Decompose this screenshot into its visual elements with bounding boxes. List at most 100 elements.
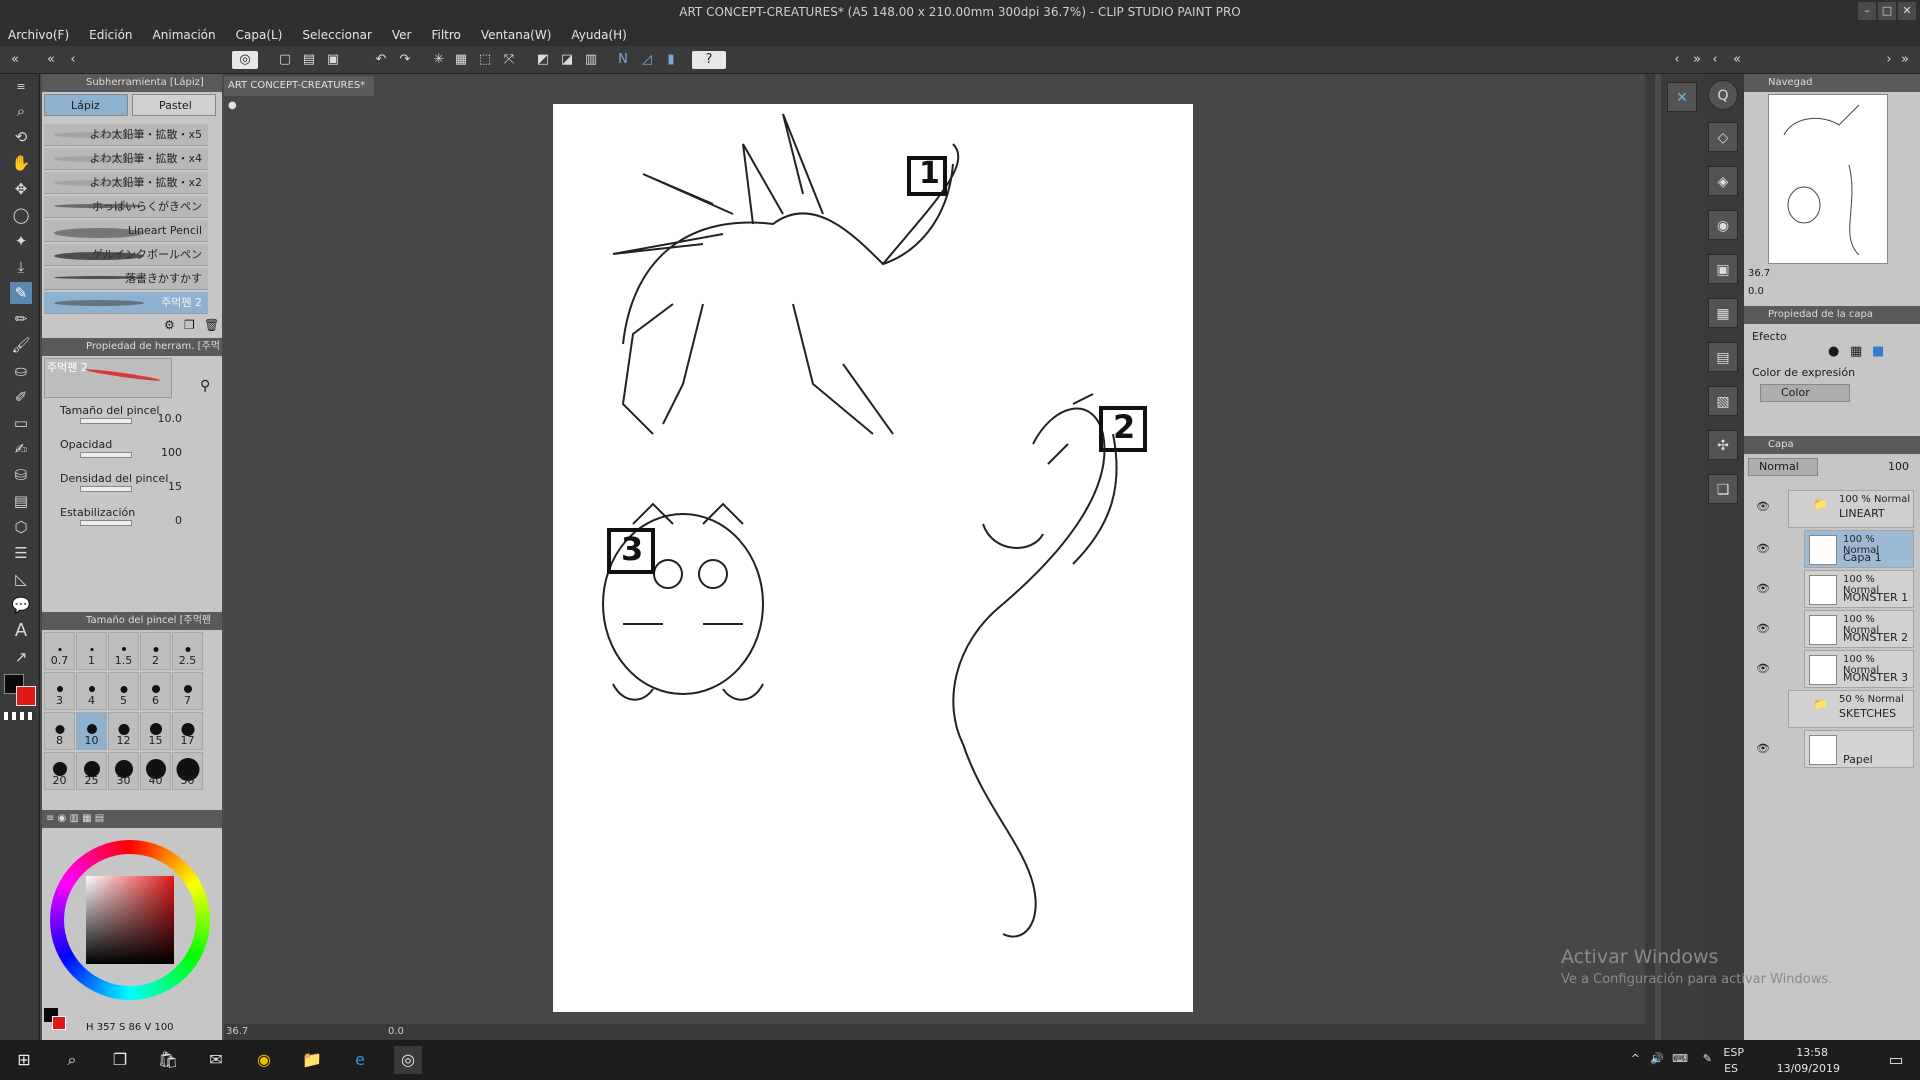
- task-view-icon[interactable]: ❐: [106, 1046, 134, 1074]
- material8-icon[interactable]: ✣: [1708, 430, 1738, 460]
- visibility-eye-icon[interactable]: 👁: [1756, 622, 1770, 635]
- volume-icon[interactable]: 🔊: [1650, 1052, 1664, 1065]
- prev-right-icon[interactable]: ‹: [1706, 51, 1724, 69]
- layer-capa-1[interactable]: 100 % Normal Capa 1: [1804, 530, 1914, 568]
- eyedropper-icon[interactable]: ⤓: [10, 256, 32, 278]
- brush-size-cell[interactable]: 40: [140, 752, 171, 790]
- brush-item[interactable]: よわ太鉛筆・拡散・x5: [44, 124, 208, 146]
- brush-size-cell[interactable]: 4: [76, 672, 107, 710]
- minimize-button[interactable]: –: [1858, 2, 1876, 20]
- color-wheel[interactable]: [50, 840, 210, 1000]
- stabilization-slider[interactable]: [80, 520, 132, 526]
- scale-icon[interactable]: ⤧: [500, 51, 518, 69]
- material5-icon[interactable]: ▦: [1708, 298, 1738, 328]
- brush-item[interactable]: 落書きかすかす: [44, 268, 208, 290]
- expand-far-right-icon[interactable]: »: [1896, 51, 1914, 69]
- transform-icon[interactable]: ⬚: [476, 51, 494, 69]
- store-icon[interactable]: 🛍: [154, 1046, 182, 1074]
- layer-opacity-value[interactable]: 100: [1888, 460, 1909, 473]
- collapse-panel-icon[interactable]: «: [6, 51, 24, 69]
- canvas-area[interactable]: ART CONCEPT-CREATURES* ● 1 2 3 36.7 0.0: [224, 74, 1655, 1040]
- document-tab[interactable]: ART CONCEPT-CREATURES* ●: [224, 76, 374, 111]
- snap-special-ruler-icon[interactable]: ◿: [638, 51, 656, 69]
- brush-size-cell[interactable]: 8: [44, 712, 75, 750]
- ruler-tool-icon[interactable]: ◺: [10, 568, 32, 590]
- menu-seleccionar[interactable]: Seleccionar: [302, 28, 371, 42]
- layer-folder-sketches[interactable]: 📁 50 % Normal SKETCHES: [1788, 690, 1914, 728]
- clock-time[interactable]: 13:58: [1796, 1046, 1828, 1059]
- visibility-eye-icon[interactable]: 👁: [1756, 582, 1770, 595]
- help-icon[interactable]: ?: [692, 51, 726, 69]
- search-icon[interactable]: ⌕: [58, 1046, 86, 1074]
- expression-color-select[interactable]: Color: [1760, 384, 1850, 402]
- blend-tool-icon[interactable]: ✍: [10, 438, 32, 460]
- collapse-right-icon[interactable]: ‹: [1668, 51, 1686, 69]
- menu-animacion[interactable]: Animación: [153, 28, 216, 42]
- brush-item[interactable]: ホっぱいらくがきペン: [44, 196, 208, 218]
- layer-monster-3[interactable]: 100 % Normal MONSTER 3: [1804, 650, 1914, 688]
- horizontal-scrollbar[interactable]: 36.7 0.0: [224, 1024, 1655, 1040]
- visibility-eye-icon[interactable]: 👁: [1756, 500, 1770, 513]
- redo-icon[interactable]: ↷: [396, 51, 414, 69]
- text-tool-icon[interactable]: A: [10, 620, 32, 642]
- clear-icon[interactable]: ✳: [430, 51, 448, 69]
- density-slider[interactable]: [80, 486, 132, 492]
- tab-lapiz[interactable]: Lápiz: [44, 94, 128, 116]
- brush-size-cell[interactable]: 1: [76, 632, 107, 670]
- clock-date[interactable]: 13/09/2019: [1777, 1062, 1840, 1075]
- balloon-tool-icon[interactable]: 💬: [10, 594, 32, 616]
- fill-icon[interactable]: ▦: [452, 51, 470, 69]
- pencil-tool-icon[interactable]: ✏: [10, 308, 32, 330]
- prop-value-size[interactable]: 10.0: [142, 412, 183, 425]
- tab-pastel[interactable]: Pastel: [132, 94, 216, 116]
- maximize-button[interactable]: □: [1878, 2, 1896, 20]
- color-sub-small[interactable]: [52, 1016, 66, 1030]
- prop-value-stabilization[interactable]: 0: [142, 514, 182, 527]
- layer-paper[interactable]: Papel: [1804, 730, 1914, 768]
- brush-size-cell[interactable]: 17: [172, 712, 203, 750]
- decoration-icon[interactable]: ✐: [10, 386, 32, 408]
- visibility-eye-icon[interactable]: 👁: [1756, 742, 1770, 755]
- navigator-angle[interactable]: 0.0: [1748, 286, 1764, 297]
- gradient-icon[interactable]: ▤: [10, 490, 32, 512]
- brush-size-cell[interactable]: 2: [140, 632, 171, 670]
- tray-chevron-icon[interactable]: ^: [1631, 1052, 1640, 1065]
- brush-size-cell[interactable]: 7: [172, 672, 203, 710]
- grid-icon[interactable]: ▥: [582, 51, 600, 69]
- eraser-icon[interactable]: ▭: [10, 412, 32, 434]
- material6-icon[interactable]: ▤: [1708, 342, 1738, 372]
- canvas-paper[interactable]: 1 2 3: [553, 104, 1193, 1012]
- layer-monster-1[interactable]: 100 % Normal MONSTER 1: [1804, 570, 1914, 608]
- rotate-tool-icon[interactable]: ⟲: [10, 126, 32, 148]
- magic-wand-icon[interactable]: ✦: [10, 230, 32, 252]
- prev-icon[interactable]: ‹: [64, 51, 82, 69]
- expand-icon[interactable]: «: [1728, 51, 1746, 69]
- brush-item[interactable]: よわ太鉛筆・拡散・x4: [44, 148, 208, 170]
- brush-size-cell[interactable]: 15: [140, 712, 171, 750]
- effect-tone-icon[interactable]: ▦: [1850, 344, 1862, 359]
- menu-ventana[interactable]: Ventana(W): [481, 28, 552, 42]
- hand-tool-icon[interactable]: ✋: [10, 152, 32, 174]
- menu-filtro[interactable]: Filtro: [431, 28, 460, 42]
- figure-tool-icon[interactable]: ⬡: [10, 516, 32, 538]
- material9-icon[interactable]: ❏: [1708, 474, 1738, 504]
- collapse-left-icon[interactable]: «: [42, 51, 60, 69]
- correct-line-icon[interactable]: ↗: [10, 646, 32, 668]
- brush-item[interactable]: ゲルインクボールペン: [44, 244, 208, 266]
- file-explorer-icon[interactable]: 📁: [298, 1046, 326, 1074]
- close-button[interactable]: ✕: [1898, 2, 1916, 20]
- new-file-icon[interactable]: ▢: [276, 51, 294, 69]
- brush-item[interactable]: よわ太鉛筆・拡散・x2: [44, 172, 208, 194]
- brush-size-cell[interactable]: 3: [44, 672, 75, 710]
- brush-item-selected[interactable]: 주먹펜 2: [44, 292, 208, 314]
- material3-icon[interactable]: ◉: [1708, 210, 1738, 240]
- pen-tool-icon[interactable]: ✎: [10, 282, 32, 304]
- brush-tool-icon[interactable]: 🖌: [10, 334, 32, 356]
- brush-size-cell[interactable]: 30: [108, 752, 139, 790]
- input-language[interactable]: ESP: [1723, 1046, 1744, 1059]
- zoom-tool-icon[interactable]: ⌕: [10, 100, 32, 122]
- edge-icon[interactable]: e: [346, 1046, 374, 1074]
- prop-value-opacity[interactable]: 100: [142, 446, 182, 459]
- copy-subtool-icon[interactable]: ❐: [184, 318, 195, 332]
- navigator-zoom[interactable]: 36.7: [1748, 268, 1770, 279]
